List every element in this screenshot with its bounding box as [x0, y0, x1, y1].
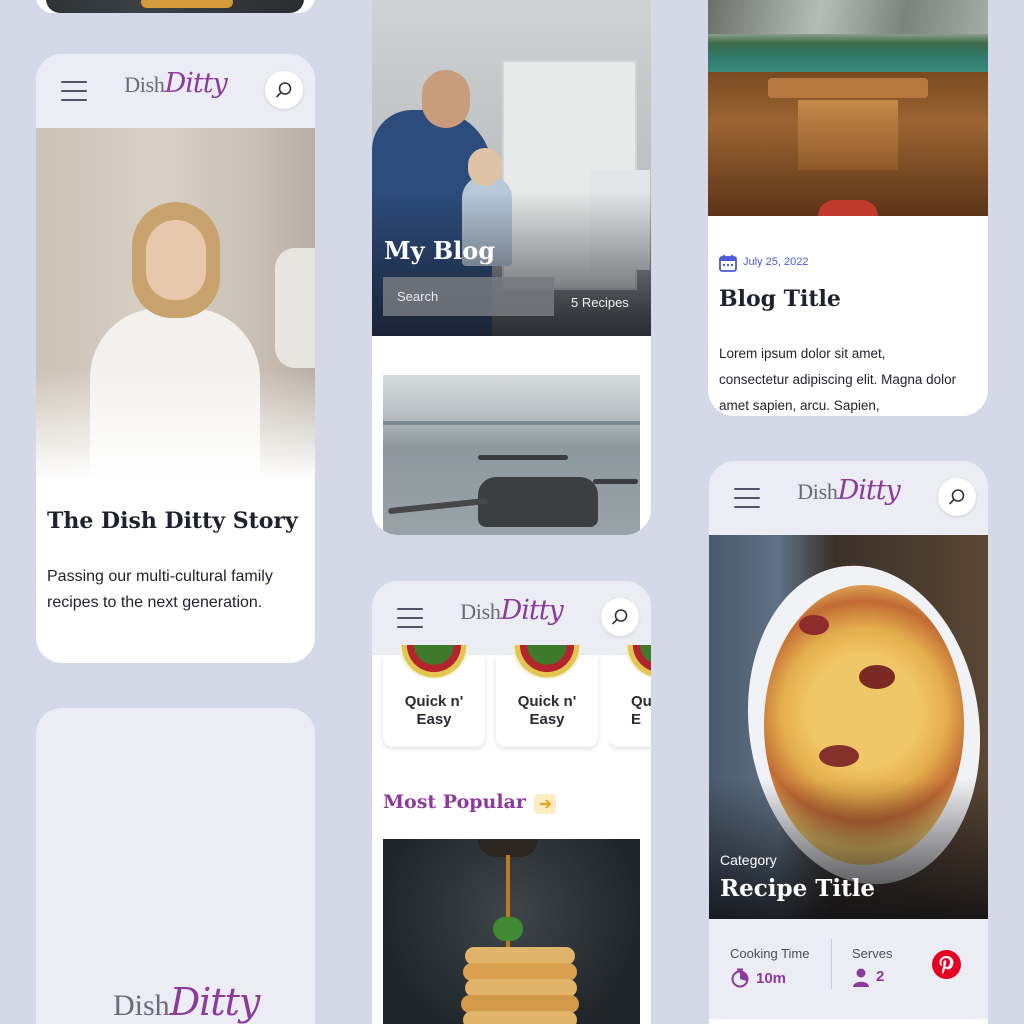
post-excerpt: Lorem ipsum dolor sit amet, consectetur …: [719, 346, 957, 413]
most-popular-heading: Most Popular: [383, 791, 526, 813]
story-title: The Dish Ditty Story: [47, 508, 298, 534]
blog-card: My Blog Search 5 Recipes: [372, 0, 651, 535]
search-icon: [276, 82, 292, 98]
serves-label: Serves: [852, 946, 893, 961]
pinterest-button[interactable]: [932, 950, 961, 979]
person-icon: [853, 968, 869, 987]
blog-title: My Blog: [384, 236, 496, 265]
serves-value: 2: [876, 968, 885, 985]
salad-bowl-image: [512, 645, 582, 679]
menu-icon[interactable]: [61, 81, 87, 101]
category-scroll-clip: Qu E: [609, 600, 651, 760]
post-title: Blog Title: [719, 286, 841, 312]
about-card: DishDitty The Dish Ditty Story Passing o…: [36, 54, 315, 663]
recipe-title: Recipe Title: [720, 875, 876, 902]
search-button[interactable]: [265, 71, 303, 109]
salad-bowl-image: [399, 645, 469, 679]
app-header: DishDitty: [36, 54, 315, 128]
splash-card: DishDitty: [36, 708, 315, 1024]
search-button[interactable]: [938, 478, 976, 516]
category-tile[interactable]: Qu E: [609, 645, 651, 747]
category-tile[interactable]: Quick n' Easy: [383, 645, 485, 747]
timer-icon: [731, 968, 749, 988]
logo[interactable]: DishDitty: [460, 595, 564, 626]
pancake-image-fragment: [46, 0, 304, 13]
pinterest-icon: [939, 956, 954, 974]
calendar-icon: [719, 255, 737, 272]
recipe-count: 5 Recipes: [571, 295, 629, 310]
splash-logo: DishDitty: [113, 980, 260, 1024]
menu-icon[interactable]: [397, 608, 423, 628]
blog-post-card: July 25, 2022 Blog Title Lorem ipsum dol…: [708, 0, 988, 416]
arrow-right-icon: [540, 799, 552, 809]
pancake-photo[interactable]: [383, 839, 640, 1024]
category-label: Quick n' Easy: [517, 693, 577, 728]
cooking-time-label: Cooking Time: [730, 946, 810, 961]
menu-icon[interactable]: [734, 488, 760, 508]
salad-bowl-image: [625, 645, 651, 679]
search-icon: [949, 489, 965, 505]
partial-top-card: [36, 0, 315, 13]
story-description: Passing our multi-cultural family recipe…: [47, 568, 273, 611]
cooking-time-value: 10m: [756, 970, 787, 987]
info-divider: [831, 939, 832, 989]
story-photo: [36, 128, 315, 480]
logo[interactable]: DishDitty: [124, 68, 228, 99]
most-popular-arrow-button[interactable]: [534, 794, 556, 814]
category-tile[interactable]: Quick n' Easy: [496, 645, 598, 747]
recipe-category: Category: [720, 852, 777, 868]
blog-search-input[interactable]: Search: [383, 277, 554, 316]
recipe-card: DishDitty Category Recipe Title Cooking …: [709, 461, 988, 1024]
drone-photo[interactable]: [383, 375, 640, 535]
category-label: Quick n' Easy: [404, 693, 464, 728]
lake-boat-photo: [708, 0, 988, 216]
app-header: DishDitty: [709, 461, 988, 535]
post-date: July 25, 2022: [743, 256, 809, 268]
category-label: Qu E: [631, 693, 651, 728]
logo[interactable]: DishDitty: [797, 475, 901, 506]
